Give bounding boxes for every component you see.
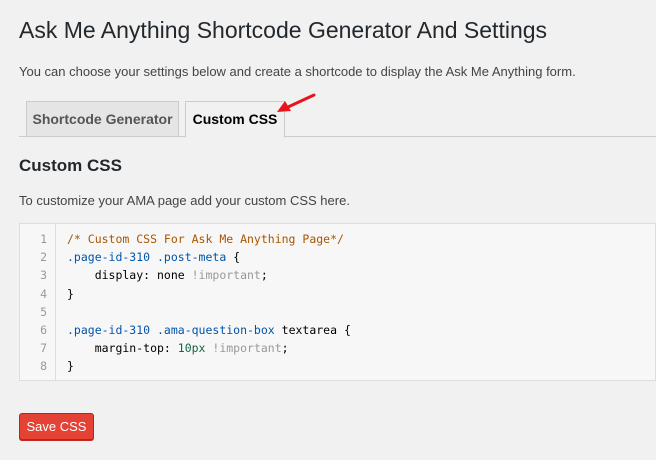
line-number: 8 — [40, 359, 47, 374]
line-number: 6 — [40, 323, 47, 337]
line-number: 2 — [40, 250, 47, 265]
code-text: } — [67, 357, 74, 375]
code-token: .page-id-310 .ama-question-box — [67, 323, 275, 337]
code-line: 2 .page-id-310 .post-meta { — [20, 248, 655, 266]
code-token: !important — [205, 341, 282, 356]
code-token: { — [226, 250, 241, 265]
line-number: 5 — [40, 304, 47, 319]
page-title: Ask Me Anything Shortcode Generator And … — [19, 17, 548, 43]
code-token: textarea — [274, 323, 338, 337]
code-token: !important — [191, 268, 261, 283]
code-line: 6 .page-id-310 .ama-question-box textarea… — [20, 321, 655, 339]
code-line: 3 display: none !important; — [20, 266, 655, 284]
code-line: 8} — [20, 357, 655, 375]
code-token: { — [337, 323, 351, 337]
code-text: } — [67, 285, 74, 303]
code-token: margin-top: — [67, 341, 178, 356]
code-text: margin-top: 10px !important; — [67, 339, 289, 357]
code-text: /* Custom CSS For Ask Me Anything Page*/ — [67, 230, 344, 248]
line-number: 7 — [40, 341, 47, 356]
code-token: /* Custom CSS For Ask Me Anything Page*/ — [67, 232, 344, 246]
code-token: } — [67, 359, 74, 374]
line-number: 1 — [40, 232, 47, 246]
code-text: .page-id-310 .ama-question-box textarea … — [67, 321, 351, 339]
code-token: } — [67, 286, 74, 301]
css-code-editor[interactable]: 1 /* Custom CSS For Ask Me Anything Page*… — [19, 223, 656, 381]
help-text: To customize your AMA page add your cust… — [19, 193, 350, 208]
code-line: 5 — [20, 303, 655, 321]
line-number: 3 — [40, 268, 47, 283]
code-text: .page-id-310 .post-meta { — [67, 248, 240, 266]
save-css-button[interactable]: Save CSS — [19, 413, 94, 440]
code-line: 4} — [20, 285, 655, 303]
line-number: 4 — [40, 286, 47, 301]
tab-custom-css[interactable]: Custom CSS — [185, 101, 285, 138]
intro-text: You can choose your settings below and c… — [19, 64, 576, 79]
code-token: .page-id-310 .post-meta — [67, 250, 227, 265]
code-line: 1 /* Custom CSS For Ask Me Anything Page*… — [20, 230, 655, 248]
code-token: 10px — [177, 341, 206, 356]
code-line: 7 margin-top: 10px !important; — [20, 339, 655, 357]
tab-shortcode-generator[interactable]: Shortcode Generator — [26, 101, 179, 137]
code-token: ; — [260, 268, 268, 283]
red-arrow-icon — [277, 93, 316, 112]
code-token: display: none — [67, 268, 192, 283]
code-token: ; — [281, 341, 289, 356]
code-text: display: none !important; — [67, 266, 268, 284]
section-title: Custom CSS — [19, 156, 122, 175]
